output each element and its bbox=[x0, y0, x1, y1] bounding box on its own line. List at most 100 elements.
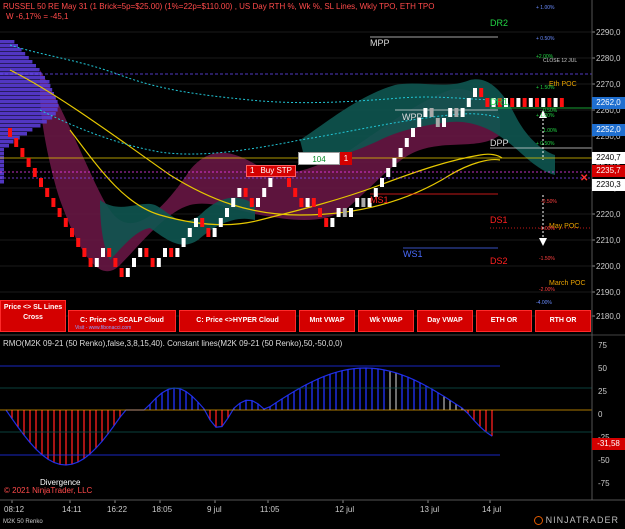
renko-down-brick bbox=[510, 98, 515, 107]
level-mpp: MPP bbox=[370, 38, 390, 48]
osc-axis-label: -50 bbox=[598, 456, 610, 465]
time-axis-label: 13 jul bbox=[420, 505, 439, 514]
level-dr1: DR1 bbox=[490, 97, 509, 107]
percent-label: -0.50% bbox=[541, 199, 557, 205]
renko-down-brick bbox=[547, 98, 552, 107]
renko-neutral-brick bbox=[429, 108, 434, 117]
volume-bar bbox=[0, 172, 4, 176]
renko-up-brick bbox=[466, 98, 471, 107]
renko-down-brick bbox=[243, 188, 248, 197]
renko-up-brick bbox=[392, 158, 397, 167]
order-quantity[interactable]: 104 bbox=[298, 152, 340, 165]
oscillator-axis[interactable]: 7550250-25-50-75 bbox=[598, 341, 610, 488]
renko-neutral-brick bbox=[435, 118, 440, 127]
level-wpp: WPP bbox=[402, 112, 423, 122]
renko-up-brick bbox=[380, 178, 384, 187]
renko-down-brick bbox=[293, 188, 298, 197]
logo-icon bbox=[533, 515, 543, 525]
price-axis-label: 2180,0 bbox=[596, 312, 621, 321]
percent-label: + 0.50% bbox=[536, 36, 555, 42]
hyper-cloud-button[interactable]: C: Price <>HYPER Cloud bbox=[179, 310, 296, 332]
volume-bar bbox=[0, 120, 47, 124]
renko-up-brick bbox=[553, 98, 558, 107]
volume-bar bbox=[0, 100, 58, 104]
chart-window[interactable]: 2290,02280,02270,02260,02250,02240,02230… bbox=[0, 0, 625, 529]
buy-stop-label: Buy STP bbox=[257, 166, 296, 176]
volume-bar bbox=[0, 40, 15, 44]
price-tag: 2262,0 bbox=[592, 97, 625, 109]
percent-label: + 0.50% bbox=[536, 141, 555, 147]
renko-down-brick bbox=[200, 218, 205, 227]
renko-up-brick bbox=[218, 218, 223, 227]
order-count[interactable]: 1 bbox=[340, 152, 352, 165]
eth-or-button[interactable]: ETH OR bbox=[476, 310, 532, 332]
renko-up-brick bbox=[349, 208, 353, 217]
volume-bar bbox=[0, 140, 14, 144]
renko-up-brick bbox=[231, 198, 236, 207]
website-link[interactable]: Visit - www.fibonacci.com bbox=[75, 325, 131, 331]
volume-bar bbox=[0, 60, 33, 64]
renko-down-brick bbox=[485, 98, 490, 107]
rth-or-button[interactable]: RTH OR bbox=[535, 310, 591, 332]
renko-neutral-brick bbox=[361, 198, 366, 207]
osc-axis-label: 50 bbox=[598, 364, 607, 373]
renko-down-brick bbox=[318, 208, 322, 217]
rmo-oscillator bbox=[5, 367, 493, 466]
renko-down-brick bbox=[26, 158, 31, 167]
mnt-vwap-button[interactable]: Mnt VWAP bbox=[299, 310, 355, 332]
renko-up-brick bbox=[237, 188, 242, 197]
renko-down-brick bbox=[32, 168, 37, 177]
level-ds2: DS2 bbox=[490, 256, 508, 266]
renko-up-brick bbox=[541, 98, 546, 107]
percent-label: +2.00% bbox=[536, 54, 554, 60]
level-ds1: DS1 bbox=[490, 215, 508, 225]
copyright: © 2021 NinjaTrader, LLC bbox=[4, 486, 93, 495]
renko-down-brick bbox=[206, 228, 211, 237]
order-quantity-box[interactable]: 104 1 bbox=[298, 152, 352, 165]
march-poc-label: March POC bbox=[549, 280, 586, 287]
renko-up-brick bbox=[262, 188, 267, 197]
close-x-icon[interactable]: ✕ bbox=[580, 173, 588, 184]
renko-up-brick bbox=[256, 198, 260, 207]
volume-bar bbox=[0, 144, 9, 148]
price-tag: 2252,0 bbox=[592, 124, 625, 136]
time-axis[interactable]: 08:12 14:11 16:22 18:05 9 jul 11:05 12 jul 13 j… bbox=[4, 500, 501, 514]
price-axis-label: 2270,0 bbox=[596, 80, 621, 89]
buy-stop-order[interactable]: 1 Buy STP bbox=[246, 165, 297, 177]
renko-up-brick bbox=[138, 248, 143, 257]
renko-down-brick bbox=[14, 138, 19, 147]
volume-bar bbox=[0, 96, 56, 100]
percent-label: - 1.00% bbox=[540, 128, 558, 134]
renko-up-brick bbox=[163, 248, 167, 257]
price-sl-lines-cross-button[interactable]: Price <> SL Lines Cross bbox=[0, 300, 66, 332]
time-axis-label: 14:11 bbox=[62, 505, 82, 514]
renko-up-brick bbox=[175, 248, 180, 257]
volume-bar bbox=[0, 128, 33, 132]
renko-up-brick bbox=[181, 238, 186, 247]
renko-up-brick bbox=[305, 198, 310, 207]
renko-up-brick bbox=[194, 218, 198, 227]
renko-down-brick bbox=[107, 248, 112, 257]
volume-bar bbox=[0, 108, 58, 112]
percent-label: -2.00% bbox=[539, 287, 555, 293]
level-dpp: DPP bbox=[490, 138, 509, 148]
volume-bar bbox=[0, 84, 51, 88]
percent-label: + 1.50% bbox=[536, 85, 555, 91]
ninjatrader-logo: NINJATRADER bbox=[533, 515, 619, 525]
price-axis-label: 2280,0 bbox=[596, 54, 621, 63]
renko-down-brick bbox=[311, 198, 316, 207]
day-vwap-button[interactable]: Day VWAP bbox=[417, 310, 473, 332]
osc-axis-label: 0 bbox=[598, 410, 603, 419]
wk-vwap-button[interactable]: Wk VWAP bbox=[358, 310, 414, 332]
renko-down-brick bbox=[150, 258, 155, 267]
level-dr2: DR2 bbox=[490, 18, 509, 28]
volume-bar bbox=[0, 148, 4, 152]
renko-down-brick bbox=[20, 148, 25, 157]
time-axis-label: 08:12 bbox=[4, 505, 25, 514]
renko-up-brick bbox=[473, 88, 477, 97]
volume-bar bbox=[0, 52, 26, 56]
renko-down-brick bbox=[88, 258, 93, 267]
percent-label: - 0.50% bbox=[540, 108, 558, 114]
chart-title: RUSSEL 50 RE May 31 (1 Brick=5p=$25.00) … bbox=[3, 2, 435, 11]
chart-canvas[interactable]: 2290,02280,02270,02260,02250,02240,02230… bbox=[0, 0, 625, 529]
